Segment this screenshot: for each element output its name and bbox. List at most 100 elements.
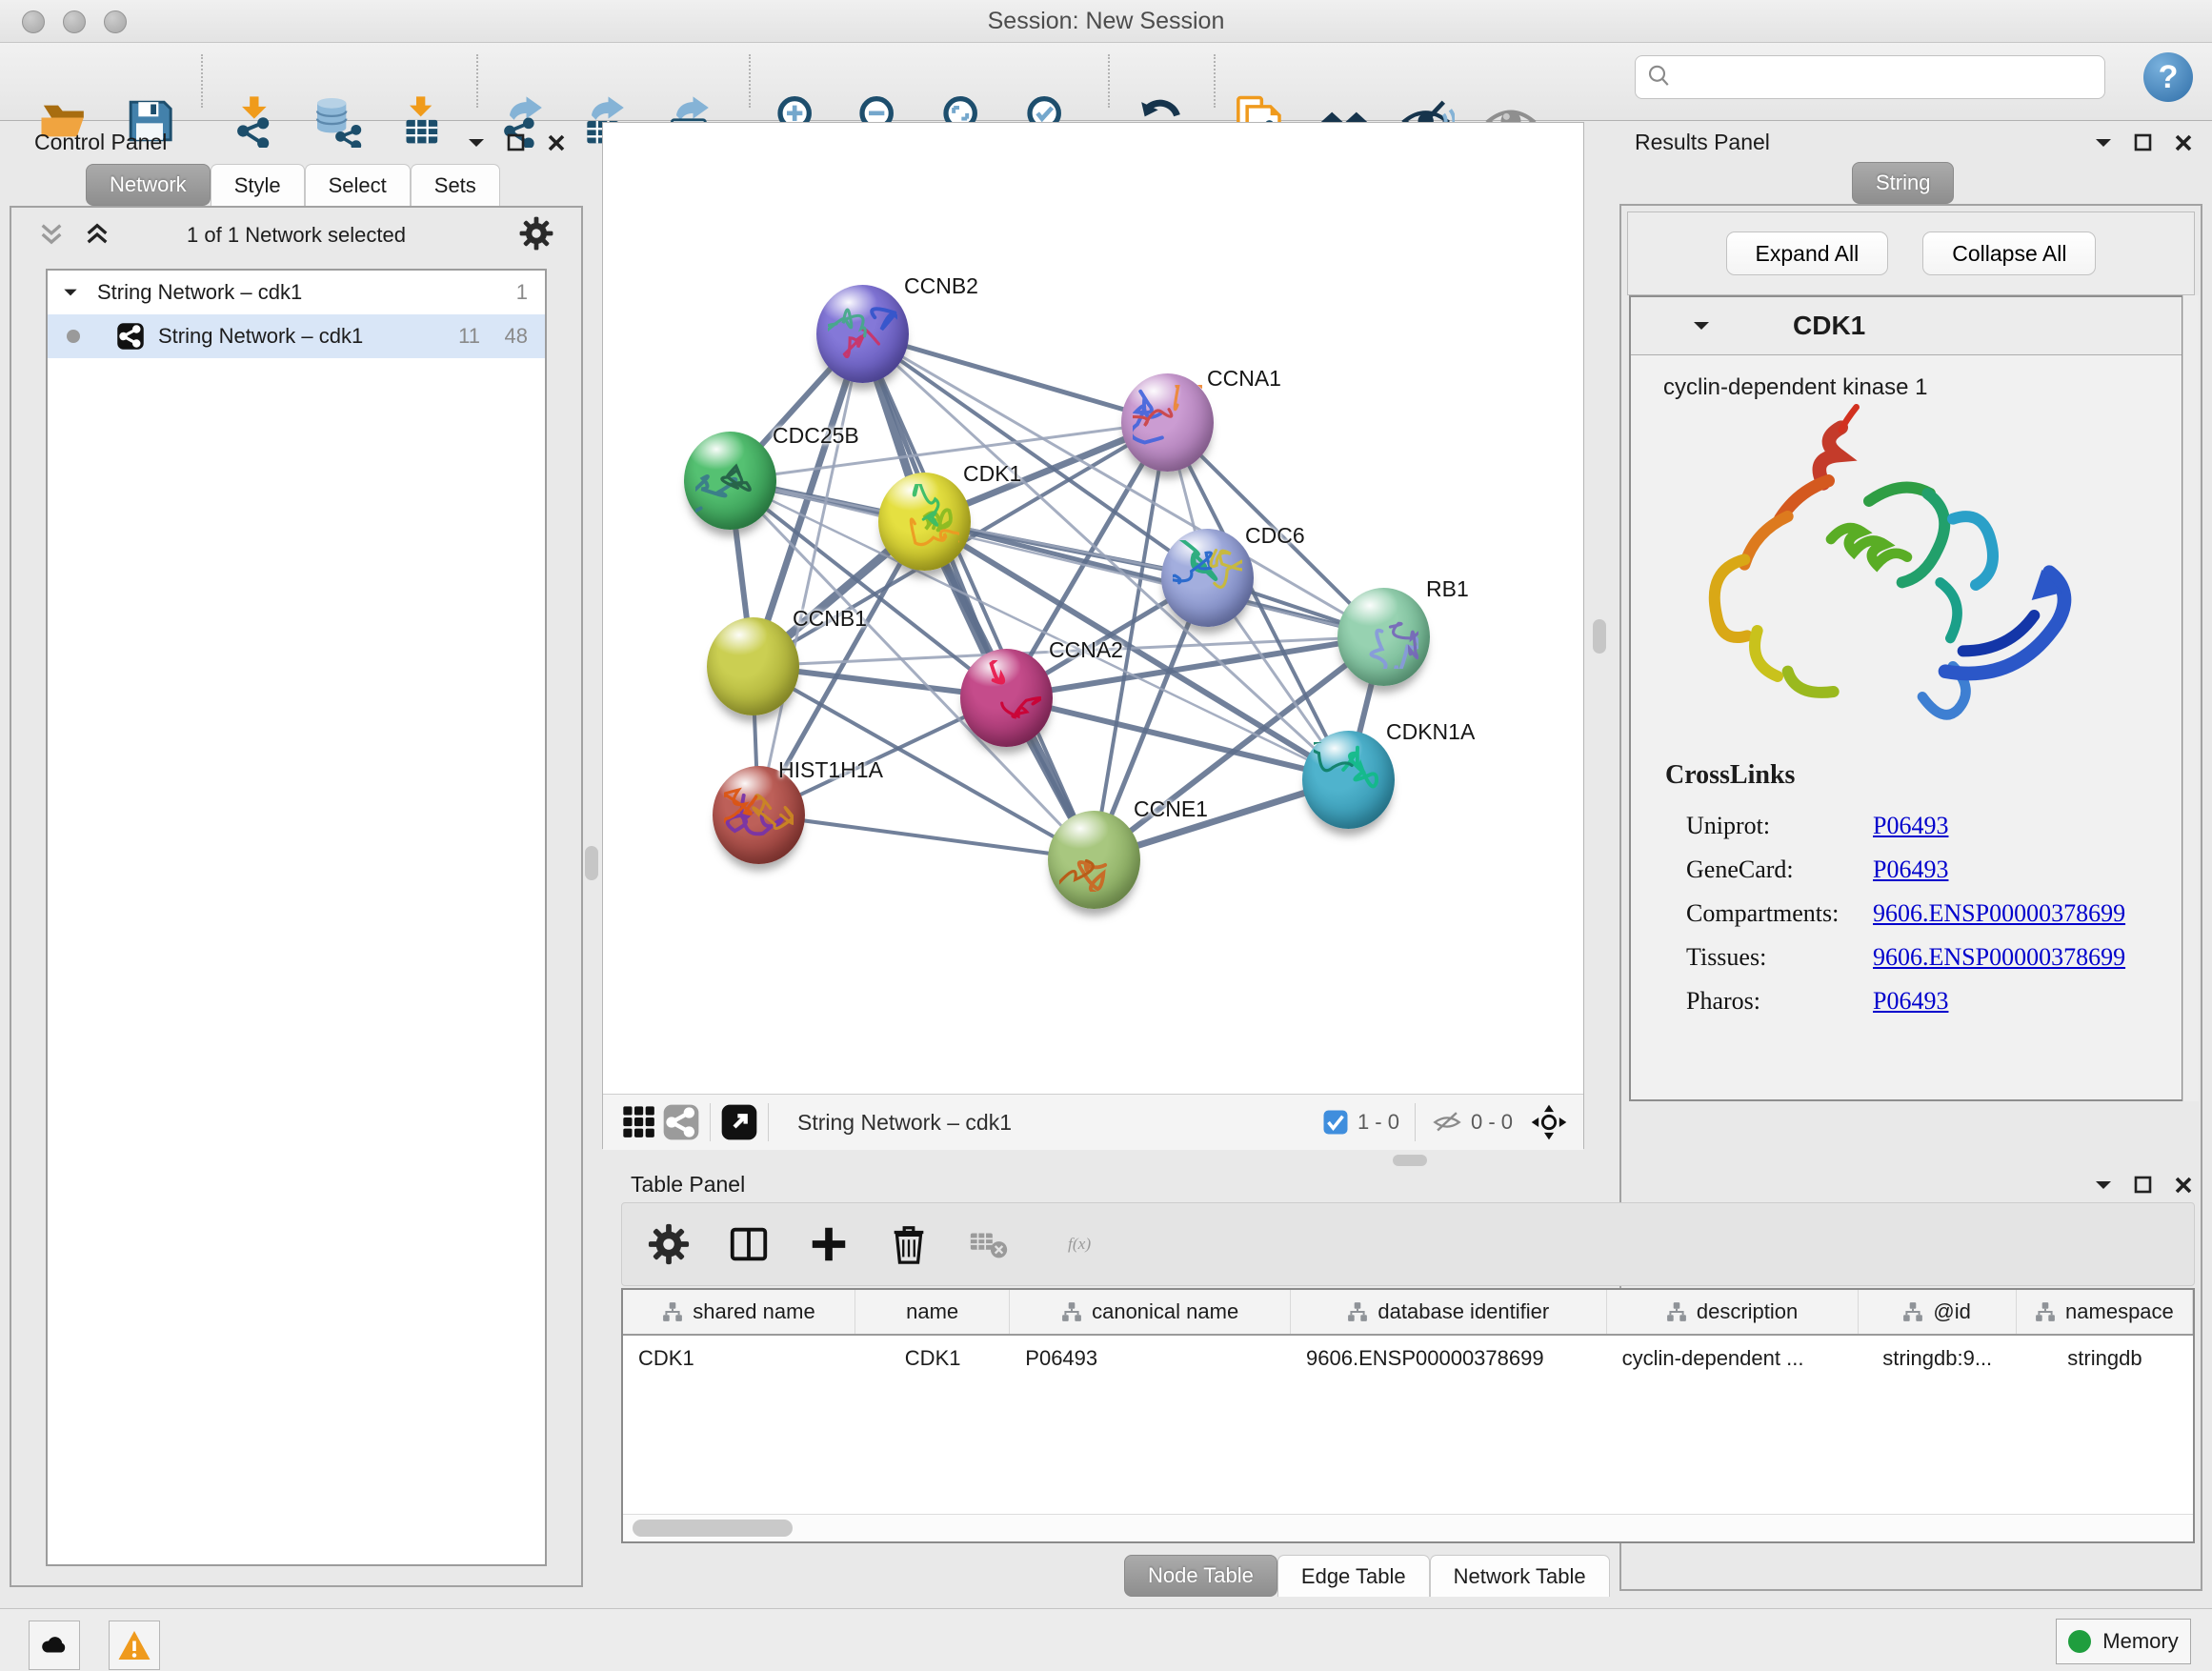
column-header-@id[interactable]: @id [1859,1290,2017,1334]
column-header-description[interactable]: description [1607,1290,1859,1334]
tab-network-table[interactable]: Network Table [1430,1555,1610,1597]
network-share-icon[interactable] [660,1101,702,1143]
hidden-eye-icon[interactable] [1431,1106,1463,1138]
column-header-shared-name[interactable]: shared name [623,1290,855,1334]
tab-style[interactable]: Style [211,164,305,206]
float-panel-icon[interactable] [2132,131,2155,154]
network-node-label: CCNB2 [904,273,978,299]
crosslink-value-link[interactable]: P06493 [1873,987,1948,1016]
help-button[interactable]: ? [2143,52,2193,102]
float-panel-icon[interactable] [2132,1174,2155,1197]
search-icon [1645,63,1674,91]
right-splitter-handle[interactable] [1593,619,1606,654]
network-edge[interactable] [862,333,1094,859]
collapse-panel-icon[interactable] [2092,1174,2115,1197]
cdk1-section-header[interactable]: CDK1 [1631,297,2182,355]
crosslink-value-link[interactable]: P06493 [1873,812,1948,840]
grid-view-icon[interactable] [618,1101,660,1143]
collapse-panel-icon[interactable] [465,131,488,154]
network-node-label: CCNB1 [793,606,867,632]
cloud-button[interactable] [29,1621,80,1670]
main-toolbar: ? [0,43,2212,121]
network-node-CCNB1[interactable] [707,617,799,715]
column-header-canonical-name[interactable]: canonical name [1010,1290,1291,1334]
delete-column-icon[interactable] [885,1220,933,1268]
search-field[interactable] [1635,55,2105,99]
collapse-all-button[interactable]: Collapse All [1922,232,2096,275]
tab-string[interactable]: String [1852,162,1954,204]
control-panel-tabs: NetworkStyleSelectSets [86,164,500,206]
crosslink-row: Compartments:9606.ENSP00000378699 [1665,892,2125,936]
column-header-database-identifier[interactable]: database identifier [1291,1290,1607,1334]
column-header-namespace[interactable]: namespace [2017,1290,2193,1334]
section-collapse-icon[interactable] [1690,314,1713,337]
tab-node-table[interactable]: Node Table [1124,1555,1277,1597]
results-panel-controls [2092,131,2195,154]
left-splitter-handle[interactable] [585,846,598,880]
network-node-label: HIST1H1A [778,757,883,783]
tree-expand-icon[interactable] [61,283,80,302]
network-collection-row[interactable]: String Network – cdk1 1 [48,271,545,314]
table-cell: CDK1 [623,1336,855,1381]
selected-checkbox-icon[interactable] [1321,1108,1350,1137]
close-panel-icon[interactable] [2172,131,2195,154]
expand-all-button[interactable]: Expand All [1726,232,1889,275]
network-view-toolbar: String Network – cdk1 1 - 0 0 - 0 [603,1094,1583,1150]
import-network-file-icon[interactable] [227,92,284,150]
show-columns-icon[interactable] [725,1220,773,1268]
tab-sets[interactable]: Sets [411,164,500,206]
bar-separator [1415,1103,1416,1141]
column-header-name[interactable]: name [855,1290,1010,1334]
crosslink-value-link[interactable]: 9606.ENSP00000378699 [1873,899,2125,928]
results-scrollbar[interactable] [2182,295,2199,1101]
toolbar-separator [201,54,203,108]
network-options-gear-icon[interactable] [518,215,554,252]
import-table-file-icon[interactable] [394,92,452,150]
orgchart-icon [1347,1301,1368,1322]
network-edge[interactable] [862,333,1167,422]
collapse-panel-icon[interactable] [2092,131,2115,154]
network-canvas[interactable]: CCNB2CCNA1CDC25BCDK1CDC6RB1CCNB1CCNA2CDK… [603,123,1583,1094]
network-node-CDC25B[interactable] [684,432,776,530]
open-in-new-icon[interactable] [718,1101,760,1143]
network-node-label: CDK1 [963,461,1021,487]
scrollbar-thumb[interactable] [633,1520,793,1537]
network-edge[interactable] [1006,697,1348,779]
network-node-CDK1[interactable] [878,473,971,571]
warnings-button[interactable] [109,1621,160,1670]
network-node-CCNE1[interactable] [1048,811,1140,909]
network-node-label: CDC6 [1245,523,1305,549]
network-node-CCNA1[interactable] [1121,373,1214,472]
orgchart-icon [1666,1301,1687,1322]
add-column-icon[interactable] [805,1220,853,1268]
close-panel-icon[interactable] [545,131,568,154]
memory-button[interactable]: Memory [2056,1619,2191,1664]
close-panel-icon[interactable] [2172,1174,2195,1197]
string-network-icon [116,322,145,351]
tab-select[interactable]: Select [305,164,411,206]
bottom-splitter-handle[interactable] [1393,1155,1427,1166]
crosslink-value-link[interactable]: 9606.ENSP00000378699 [1873,943,2125,972]
import-network-database-icon[interactable] [309,92,366,150]
network-node-CCNA2[interactable] [960,649,1053,747]
search-input[interactable] [1674,64,2104,91]
edge-count: 48 [505,324,528,349]
table-row[interactable]: CDK1CDK1P064939606.ENSP00000378699cyclin… [623,1336,2193,1381]
network-row[interactable]: String Network – cdk1 11 48 [48,314,545,358]
network-node-CDKN1A[interactable] [1302,731,1395,829]
network-tree: String Network – cdk1 1 String Network –… [46,269,547,1566]
network-node-CDC6[interactable] [1161,529,1254,627]
table-settings-gear-icon[interactable] [645,1220,693,1268]
table-horizontal-scrollbar[interactable] [623,1514,2193,1541]
node-table: shared namenamecanonical namedatabase id… [621,1288,2195,1543]
tab-network[interactable]: Network [86,164,211,206]
float-panel-icon[interactable] [505,131,528,154]
network-edge[interactable] [758,815,1094,859]
network-node-CCNB2[interactable] [816,285,909,383]
orgchart-icon [1902,1301,1923,1322]
network-node-RB1[interactable] [1337,588,1430,686]
tab-edge-table[interactable]: Edge Table [1277,1555,1430,1597]
crosslink-value-link[interactable]: P06493 [1873,856,1948,884]
birds-eye-view-icon[interactable] [1528,1101,1570,1143]
toolbar-separator [476,54,478,108]
